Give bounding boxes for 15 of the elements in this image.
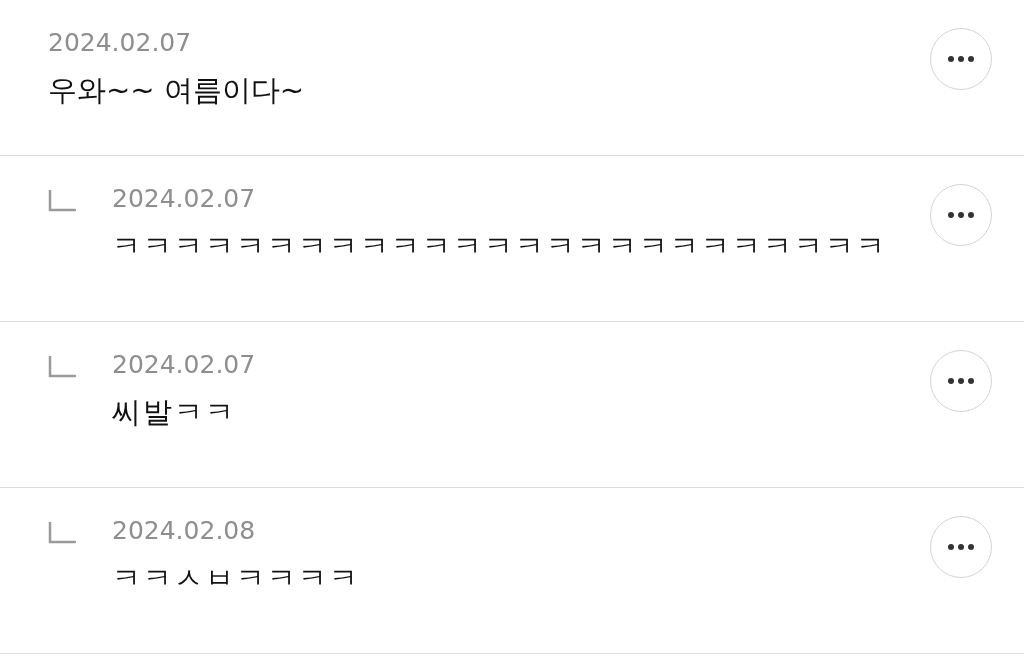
comment-text: ㅋㅋㅋㅋㅋㅋㅋㅋㅋㅋㅋㅋㅋㅋㅋㅋㅋㅋㅋㅋㅋㅋㅋㅋㅋ (112, 228, 888, 265)
more-icon (948, 378, 974, 384)
comment-date: 2024.02.07 (112, 350, 257, 380)
more-icon (948, 212, 974, 218)
more-icon (948, 544, 974, 550)
comment-date: 2024.02.08 (112, 516, 257, 546)
comment-text: ㅋㅋㅅㅂㅋㅋㅋㅋ (112, 560, 361, 597)
comment-text: 우와~~ 여름이다~ (48, 72, 306, 109)
reply-corner-icon (48, 522, 76, 544)
comment-date: 2024.02.07 (112, 184, 257, 214)
comment-date: 2024.02.07 (48, 28, 193, 58)
comment-text: 씨발ㅋㅋ (112, 394, 237, 431)
more-icon (948, 56, 974, 62)
reply-corner-icon (48, 190, 76, 212)
reply-corner-icon (48, 356, 76, 378)
